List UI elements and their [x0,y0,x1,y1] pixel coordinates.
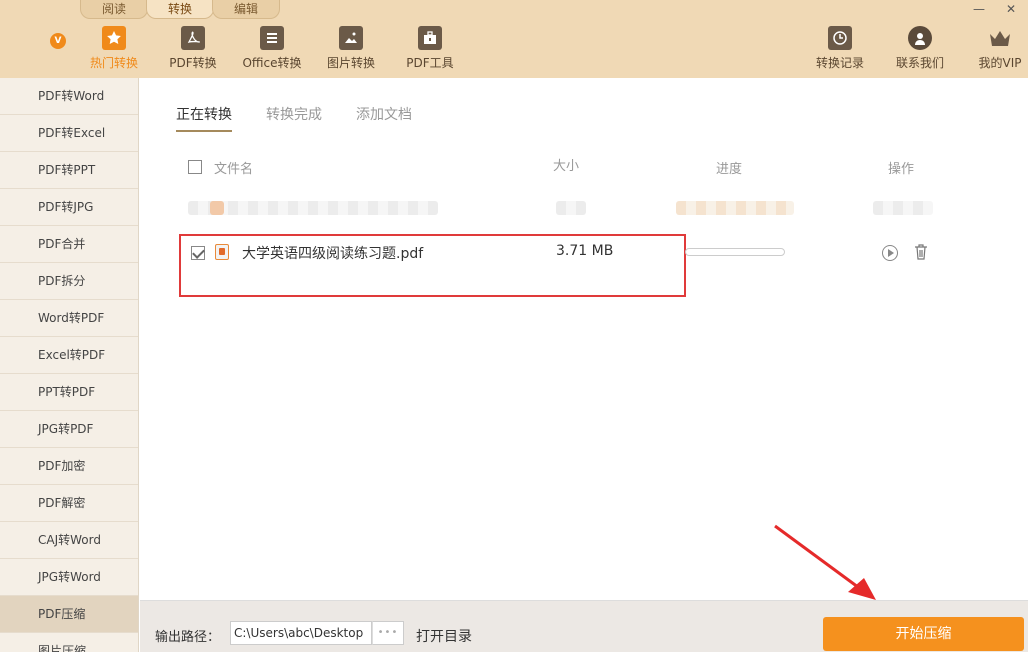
content-tabs: 正在转换 转换完成 添加文档 [176,104,412,132]
output-path-label: 输出路径： [155,630,221,645]
nav-my-vip[interactable]: 我的VIP [960,26,1028,71]
nav-label: 转换记录 [815,56,864,70]
blurred-row [188,197,938,219]
progress-bar [685,248,785,256]
nav-contact-us[interactable]: 联系我们 [880,26,960,71]
column-filename: 文件名 [214,162,254,177]
table-header: 文件名 大小 进度 操作 [188,158,988,178]
pdf-icon [181,26,205,50]
main-content: 正在转换 转换完成 添加文档 文件名 大小 进度 操作 大学英语四级阅读练习题.… [140,78,1028,600]
top-tab-convert[interactable]: 转换 [146,0,214,19]
nav-label: PDF转换 [169,56,217,70]
sidebar-item-pdf-to-word[interactable]: PDF转Word [0,78,138,115]
sidebar-item-pdf-encrypt[interactable]: PDF加密 [0,448,138,485]
blurred-progress [676,201,794,215]
toolbox-icon [418,26,442,50]
start-compress-button[interactable]: 开始压缩 [823,617,1024,651]
document-icon [260,26,284,50]
sidebar-item-pdf-to-ppt[interactable]: PDF转PPT [0,152,138,189]
image-icon [339,26,363,50]
sidebar-item-ppt-to-pdf[interactable]: PPT转PDF [0,374,138,411]
nav-label: PDF工具 [406,56,454,70]
sidebar: PDF转Word PDF转Excel PDF转PPT PDF转JPG PDF合并… [0,78,139,652]
column-size: 大小 [553,159,580,174]
tab-converting[interactable]: 正在转换 [176,104,232,132]
nav-label: 热门转换 [89,56,138,70]
sidebar-item-pdf-split[interactable]: PDF拆分 [0,263,138,300]
close-button[interactable]: ✕ [1004,2,1018,16]
clock-icon [828,26,852,50]
sidebar-item-pdf-compress[interactable]: PDF压缩 [0,596,138,633]
sidebar-item-jpg-to-word[interactable]: JPG转Word [0,559,138,596]
sidebar-item-image-compress[interactable]: 图片压缩 [0,633,138,652]
blurred-size [556,201,586,215]
sidebar-item-caj-to-word[interactable]: CAJ转Word [0,522,138,559]
column-action: 操作 [888,162,915,177]
tab-add-document[interactable]: 添加文档 [356,104,412,132]
column-progress: 进度 [716,162,743,177]
blurred-actions [873,201,933,215]
headset-icon [908,26,932,50]
sidebar-item-pdf-to-jpg[interactable]: PDF转JPG [0,189,138,226]
sidebar-item-word-to-pdf[interactable]: Word转PDF [0,300,138,337]
nav-label: Office转换 [242,56,302,70]
sidebar-item-pdf-decrypt[interactable]: PDF解密 [0,485,138,522]
sidebar-item-excel-to-pdf[interactable]: Excel转PDF [0,337,138,374]
nav-convert-history[interactable]: 转换记录 [800,26,880,71]
open-directory-link[interactable]: 打开目录 [416,626,472,646]
select-all-checkbox[interactable] [188,160,202,174]
nav-label: 联系我们 [895,56,944,70]
blurred-file-icon [210,201,224,215]
output-path-field[interactable]: C:\Users\abc\Desktop [230,621,372,645]
play-icon[interactable] [882,245,898,261]
crown-icon [988,26,1012,50]
nav-hot-convert[interactable]: 热门转换 [74,26,154,71]
window-controls: — ✕ [972,2,1018,16]
sidebar-item-jpg-to-pdf[interactable]: JPG转PDF [0,411,138,448]
top-tabs: 阅读 转换 编辑 [80,0,280,19]
browse-button[interactable]: ••• [372,621,404,645]
top-tab-edit[interactable]: 编辑 [212,0,280,19]
nav-image-convert[interactable]: 图片转换 [311,26,391,71]
minimize-button[interactable]: — [972,2,986,16]
nav-label: 我的VIP [978,56,1022,70]
top-tab-read[interactable]: 阅读 [80,0,148,19]
highlight-box [179,234,686,297]
nav-label: 图片转换 [326,56,375,70]
trash-icon[interactable] [914,244,928,260]
nav-pdf-tools[interactable]: PDF工具 [390,26,470,71]
sidebar-item-pdf-merge[interactable]: PDF合并 [0,226,138,263]
vip-badge-icon: V [50,33,66,49]
star-icon [102,26,126,50]
bottom-bar: 输出路径： C:\Users\abc\Desktop ••• 打开目录 开始压缩 [140,600,1028,652]
sidebar-item-pdf-to-excel[interactable]: PDF转Excel [0,115,138,152]
tab-converted[interactable]: 转换完成 [266,104,322,132]
nav-office-convert[interactable]: Office转换 [232,26,312,71]
blurred-filename [188,201,438,215]
nav-pdf-convert[interactable]: PDF转换 [153,26,233,71]
app-header: 阅读 转换 编辑 — ✕ V 热门转换 PDF转换 Office转换 图片转换 [0,0,1028,78]
